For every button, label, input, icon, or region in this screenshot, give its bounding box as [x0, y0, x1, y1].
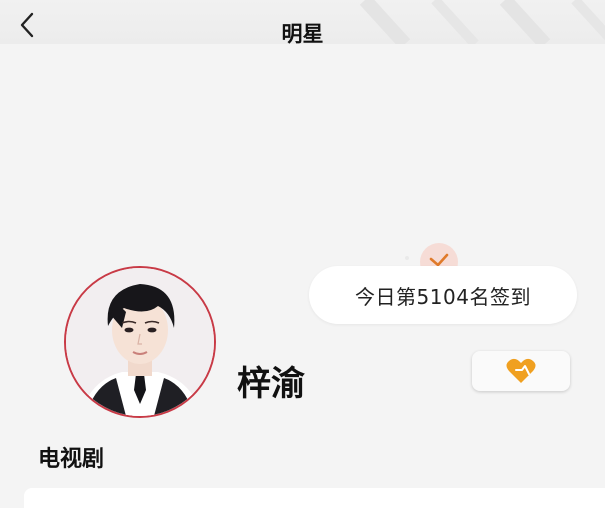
avatar-photo — [66, 268, 214, 416]
page-title: 明星 — [281, 22, 324, 46]
section-title: 电视剧 — [38, 447, 105, 472]
checkin-status[interactable]: 今日第5104名签到 — [309, 266, 577, 324]
nav-bar: 明星 — [0, 0, 605, 46]
follow-button[interactable] — [472, 351, 570, 391]
content-card — [24, 488, 605, 508]
avatar[interactable] — [64, 266, 216, 418]
star-name: 梓渝 — [237, 364, 305, 404]
checkin-text: 今日第5104名签到 — [355, 284, 531, 309]
heart-icon — [506, 358, 536, 383]
sparkle — [405, 256, 409, 260]
